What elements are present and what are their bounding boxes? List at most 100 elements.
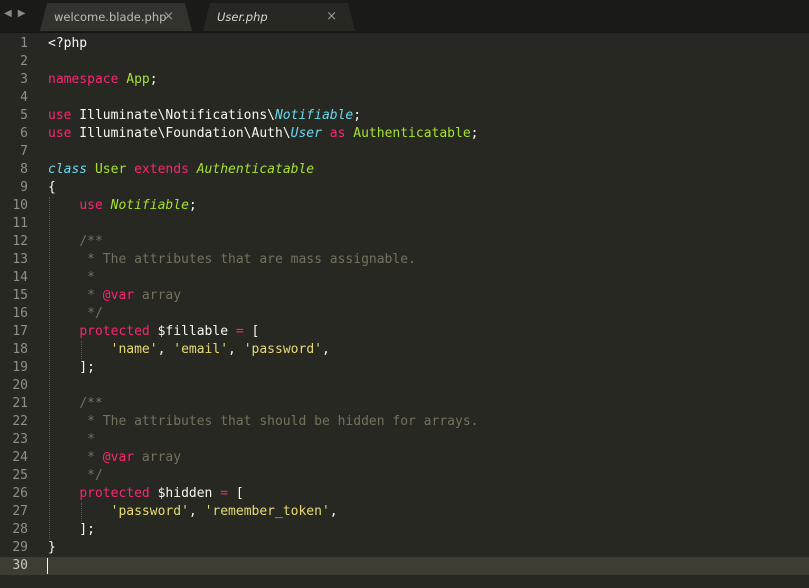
code-line[interactable]: 13 * The attributes that are mass assign… — [0, 251, 809, 269]
code-token: = — [235, 324, 244, 339]
code-token: = — [220, 486, 229, 501]
code-token: extends — [134, 162, 189, 177]
line-number: 26 — [12, 486, 28, 501]
code-token: */ — [87, 468, 103, 483]
code-line[interactable]: 2 — [0, 53, 809, 71]
code-editor[interactable]: 1 <?php 2 3 namespace App; 4 5 use Illuminate\N… — [0, 33, 809, 588]
code-token: Illuminate\Foundation\Auth\ — [71, 126, 291, 141]
line-number: 5 — [20, 108, 28, 123]
code-line[interactable]: 22 * The attributes that should be hidde… — [0, 413, 809, 431]
line-number: 15 — [12, 288, 28, 303]
code-line[interactable]: 5 use Illuminate\Notifications\Notifiable… — [0, 107, 809, 125]
code-line[interactable]: 19 ]; — [0, 359, 809, 377]
line-content: */ — [48, 467, 103, 485]
line-number: 10 — [12, 198, 28, 213]
code-token: , — [188, 504, 205, 519]
line-number: 23 — [12, 432, 28, 447]
tab-user-php[interactable]: User.php × — [203, 3, 355, 31]
line-number: 20 — [12, 378, 28, 393]
code-token: ; — [470, 126, 479, 141]
code-line[interactable]: 16 */ — [0, 305, 809, 323]
code-line[interactable]: 29} — [0, 539, 809, 557]
code-line[interactable]: 11 — [0, 215, 809, 233]
code-token: @var — [102, 288, 135, 303]
code-line[interactable]: 20 — [0, 377, 809, 395]
code-line[interactable]: 21 /** — [0, 395, 809, 413]
line-content: use Illuminate\Notifications\Notifiable; — [48, 107, 361, 125]
line-number: 7 — [20, 144, 28, 159]
code-line[interactable]: 17 protected $fillable = [ — [0, 323, 809, 341]
line-content: * @var array — [48, 287, 181, 305]
indent-guide — [81, 503, 82, 521]
code-token: ; — [353, 108, 362, 123]
close-icon[interactable]: × — [326, 3, 337, 31]
code-token: { — [48, 180, 56, 195]
line-content: 'name', 'email', 'password', — [48, 341, 330, 359]
code-token: Authenticatable — [196, 162, 315, 177]
line-number: 14 — [12, 270, 28, 285]
code-token: protected — [79, 486, 150, 501]
code-token: use — [79, 198, 103, 213]
code-line[interactable]: 12 /** — [0, 233, 809, 251]
code-token: Illuminate\Notifications\ — [71, 108, 275, 123]
code-token: , — [157, 342, 174, 357]
code-token: class — [48, 162, 88, 177]
code-token: protected — [79, 324, 150, 339]
line-content: namespace App; — [48, 71, 158, 89]
line-content: */ — [48, 305, 103, 323]
code-token: 'name' — [110, 342, 158, 357]
code-token: 'remember_token' — [204, 504, 330, 519]
code-token: @var — [102, 450, 135, 465]
code-line[interactable]: 27 'password', 'remember_token', — [0, 503, 809, 521]
code-line[interactable]: 26 protected $hidden = [ — [0, 485, 809, 503]
code-line[interactable]: 10 use Notifiable; — [0, 197, 809, 215]
line-content: * — [48, 431, 95, 449]
line-number: 19 — [12, 360, 28, 375]
code-line[interactable]: 14 * — [0, 269, 809, 287]
code-line[interactable]: 30 — [0, 557, 809, 575]
line-number: 12 — [12, 234, 28, 249]
code-line[interactable]: 1 <?php — [0, 35, 809, 53]
line-content: use Notifiable; — [48, 197, 196, 215]
code-line[interactable]: 28 ]; — [0, 521, 809, 539]
line-number: 17 — [12, 324, 28, 339]
tab-back-icon[interactable]: ◀ — [4, 6, 12, 22]
code-line[interactable]: 9{ — [0, 179, 809, 197]
current-line-highlight — [0, 557, 809, 575]
code-line[interactable]: 6 use Illuminate\Foundation\Auth\User as … — [0, 125, 809, 143]
tab-welcome-blade[interactable]: welcome.blade.php × — [40, 3, 192, 31]
tab-forward-icon[interactable]: ▶ — [18, 6, 26, 22]
code-line[interactable]: 4 — [0, 89, 809, 107]
line-content: * — [48, 269, 95, 287]
code-token: */ — [87, 306, 103, 321]
line-content: use Illuminate\Foundation\Auth\User as A… — [48, 125, 479, 143]
code-line[interactable]: 25 */ — [0, 467, 809, 485]
code-line[interactable]: 8 class User extends Authenticatable — [0, 161, 809, 179]
code-token: User — [94, 162, 127, 177]
code-line[interactable]: 18 'name', 'email', 'password', — [0, 341, 809, 359]
code-line[interactable]: 7 — [0, 143, 809, 161]
code-line[interactable]: 15 * @var array — [0, 287, 809, 305]
line-number: 4 — [20, 90, 28, 105]
line-number: 25 — [12, 468, 28, 483]
code-token: $hidden — [149, 486, 221, 501]
code-token: * — [87, 288, 103, 303]
code-token: ; — [149, 72, 158, 87]
code-line[interactable]: 23 * — [0, 431, 809, 449]
code-line[interactable]: 24 * @var array — [0, 449, 809, 467]
code-line[interactable]: 3 namespace App; — [0, 71, 809, 89]
code-token: /** — [79, 234, 103, 249]
line-number: 27 — [12, 504, 28, 519]
close-icon[interactable]: × — [163, 3, 174, 31]
